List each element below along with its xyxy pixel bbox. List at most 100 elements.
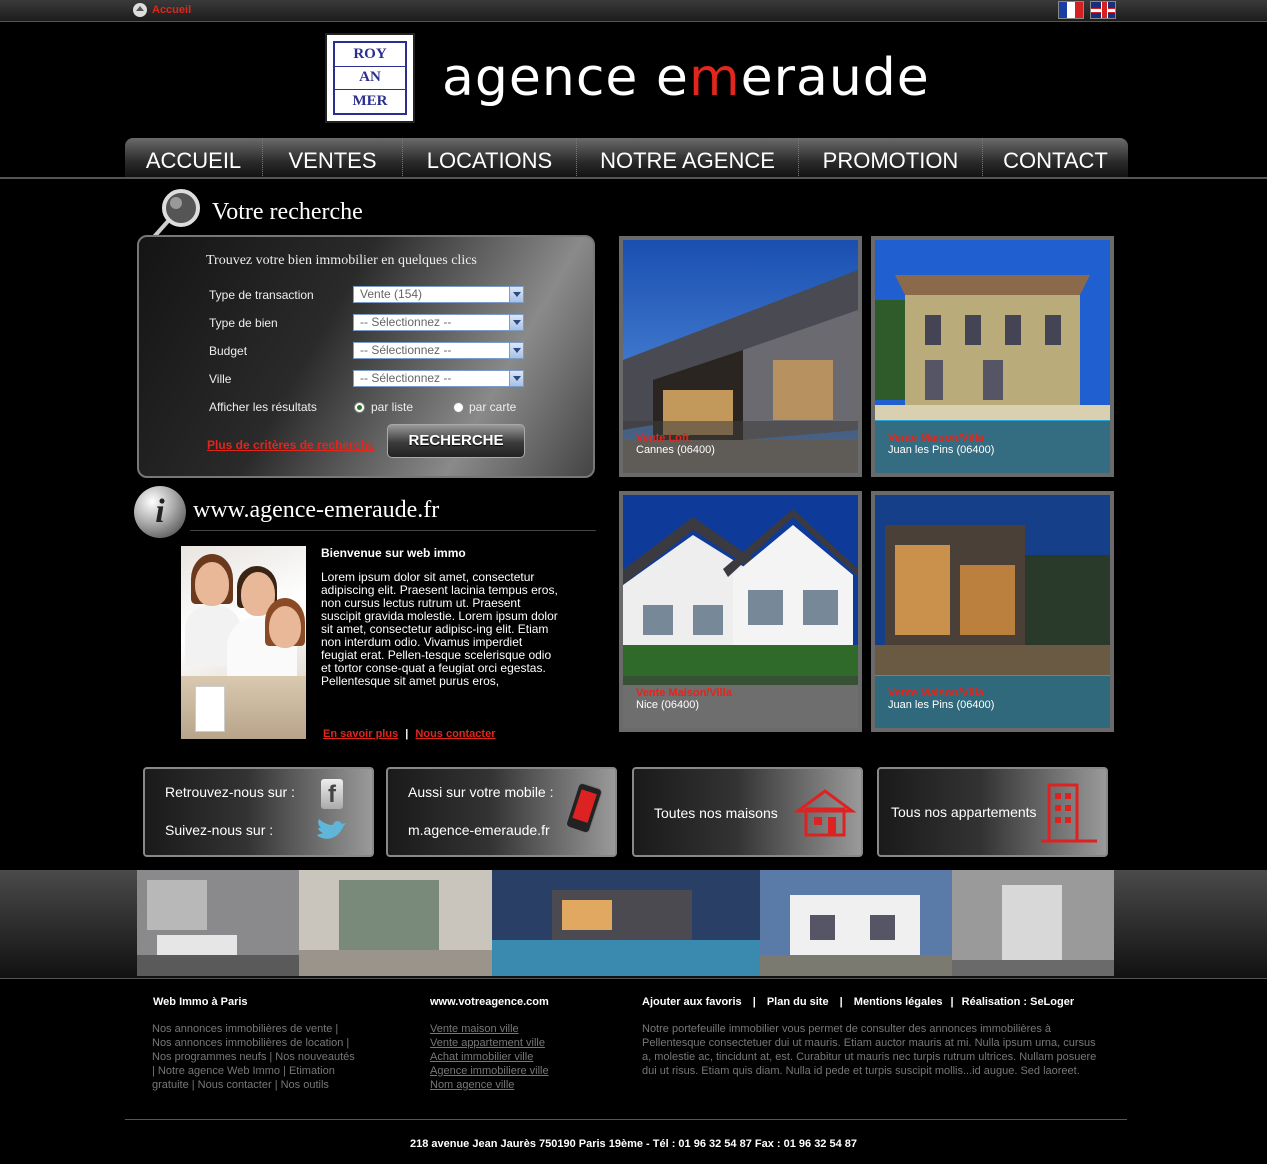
property-card[interactable]: Vente Maison/Villa Juan les Pins (06400) [871, 491, 1114, 732]
property-location: Juan les Pins (06400) [888, 444, 995, 456]
sitemap-link[interactable]: Plan du site [767, 996, 829, 1008]
radio-list[interactable] [354, 402, 365, 413]
property-caption: Vente Maison/Villa Juan les Pins (06400) [875, 676, 1110, 728]
nav-divider [0, 177, 1267, 179]
field-label-transaction: Type de transaction [209, 288, 314, 302]
apartments-promo[interactable]: Tous nos appartements [877, 767, 1108, 857]
footer-divider [0, 978, 1267, 979]
footer-address: 218 avenue Jean Jaurès 750190 Paris 19èm… [409, 1138, 858, 1150]
footer-col2-title[interactable]: www.votreagence.com [430, 996, 549, 1008]
radio-map[interactable] [453, 402, 464, 413]
nav-contact[interactable]: CONTACT [983, 138, 1128, 178]
property-type: Vente Maison/Villa [636, 687, 732, 699]
royanmer-logo[interactable]: ROY AN MER [325, 33, 415, 123]
footer-link[interactable]: Vente maison ville [430, 1022, 590, 1036]
house-icon [793, 789, 857, 837]
budget-value: -- Sélectionnez -- [360, 343, 452, 357]
footer-link[interactable]: Nom agence ville [430, 1078, 590, 1092]
team-photo [181, 546, 306, 739]
property-location: Cannes (06400) [636, 444, 715, 456]
city-value: -- Sélectionnez -- [360, 371, 452, 385]
property-card[interactable]: Vente Loft Cannes (06400) [619, 236, 862, 477]
site-url-heading: www.agence-emeraude.fr [193, 497, 440, 523]
footer-link[interactable]: Agence immobiliere ville [430, 1064, 590, 1078]
footer-col1-title: Web Immo à Paris [153, 996, 248, 1008]
nav-ventes[interactable]: VENTES [263, 138, 403, 178]
city-select[interactable]: -- Sélectionnez -- [353, 370, 524, 387]
footer-separator: | [839, 996, 843, 1008]
chevron-down-icon[interactable] [509, 287, 523, 302]
footer-link[interactable]: Vente appartement ville [430, 1036, 590, 1050]
property-card[interactable]: Vente Maison/Villa Juan les Pins (06400) [871, 236, 1114, 477]
nav-accueil[interactable]: ACCUEIL [125, 138, 263, 178]
interior-photo [137, 870, 299, 976]
contact-us-link[interactable]: Nous contacter [415, 728, 495, 740]
field-label-city: Ville [209, 372, 232, 386]
more-criteria-link[interactable]: Plus de critères de recherche [207, 438, 374, 452]
transaction-select[interactable]: Vente (154) [353, 286, 524, 303]
mobile-promo[interactable]: Aussi sur votre mobile : m.agence-emerau… [386, 767, 617, 857]
credits-link[interactable]: Réalisation : SeLoger [962, 996, 1074, 1008]
mobile-title: Aussi sur votre mobile : [408, 784, 554, 800]
footer-link[interactable]: Achat immobilier ville [430, 1050, 590, 1064]
footer-col2-links: Vente maison ville Vente appartement vil… [430, 1022, 590, 1092]
footer-col3-text: Notre portefeuille immobilier vous perme… [642, 1023, 1097, 1077]
link-separator: | [405, 728, 409, 740]
property-type: Vente Loft [636, 432, 690, 444]
social-promo: Retrouvez-nous sur : Suivez-nous sur : f [143, 767, 374, 857]
info-icon: i [134, 486, 186, 538]
property-caption: Vente Maison/Villa Juan les Pins (06400) [875, 421, 1110, 473]
welcome-links: En savoir plus | Nous contacter [323, 728, 495, 740]
field-label-type: Type de bien [209, 316, 278, 330]
property-type-select[interactable]: -- Sélectionnez -- [353, 314, 524, 331]
info-divider [190, 530, 596, 531]
learn-more-link[interactable]: En savoir plus [323, 728, 398, 740]
search-button[interactable]: RECHERCHE [387, 424, 525, 458]
property-type: Vente Maison/Villa [888, 432, 984, 444]
add-favorites-link[interactable]: Ajouter aux favoris [642, 996, 742, 1008]
houses-promo[interactable]: Toutes nos maisons [632, 767, 863, 857]
radio-map-label: par carte [469, 400, 517, 414]
footer-separator: | [752, 996, 756, 1008]
footer-separator: | [950, 996, 954, 1008]
facebook-icon[interactable]: f [321, 779, 343, 809]
home-link[interactable]: Accueil [152, 4, 191, 16]
logo-cell: ROY [335, 43, 405, 66]
brand-part2: eraude [740, 48, 930, 108]
apartments-label: Tous nos appartements [891, 804, 1037, 820]
chevron-down-icon[interactable] [509, 315, 523, 330]
logo-grid: ROY AN MER [333, 41, 407, 115]
property-type-value: -- Sélectionnez -- [360, 315, 452, 329]
property-card[interactable]: Vente Maison/Villa Nice (06400) [619, 491, 862, 732]
property-location: Nice (06400) [636, 699, 699, 711]
mobile-url[interactable]: m.agence-emeraude.fr [408, 822, 550, 838]
footer-col1-text[interactable]: Nos annonces immobilières de vente | Nos… [152, 1022, 357, 1092]
footer-col3-links: Ajouter aux favoris | Plan du site | Men… [642, 996, 1074, 1008]
brand-title[interactable]: agence emeraude [442, 48, 930, 108]
smartphone-icon [566, 783, 602, 834]
nav-notre-agence[interactable]: NOTRE AGENCE [577, 138, 799, 178]
property-caption: Vente Maison/Villa Nice (06400) [623, 676, 858, 728]
nav-locations[interactable]: LOCATIONS [403, 138, 577, 178]
radio-list-label: par liste [371, 400, 414, 414]
photo-strip [0, 870, 1267, 978]
main-nav: ACCUEIL VENTES LOCATIONS NOTRE AGENCE PR… [125, 138, 1128, 178]
french-flag-icon[interactable] [1058, 1, 1084, 19]
welcome-title: Bienvenue sur web immo [321, 546, 466, 560]
home-icon[interactable] [133, 3, 147, 17]
brand-part1: agence e [442, 48, 689, 108]
english-flag-icon[interactable] [1090, 1, 1116, 19]
logo-cell: AN [335, 66, 405, 90]
property-location: Juan les Pins (06400) [888, 699, 995, 711]
social-follow-label: Suivez-nous sur : [165, 822, 274, 838]
twitter-icon[interactable] [315, 817, 347, 845]
search-subtitle: Trouvez votre bien immobilier en quelque… [206, 253, 477, 268]
exterior-photo [492, 870, 760, 976]
interior-photo [299, 870, 492, 976]
chevron-down-icon[interactable] [509, 371, 523, 386]
budget-select[interactable]: -- Sélectionnez -- [353, 342, 524, 359]
chevron-down-icon[interactable] [509, 343, 523, 358]
legal-link[interactable]: Mentions légales [854, 996, 943, 1008]
property-caption: Vente Loft Cannes (06400) [623, 421, 858, 473]
nav-promotion[interactable]: PROMOTION [799, 138, 983, 178]
